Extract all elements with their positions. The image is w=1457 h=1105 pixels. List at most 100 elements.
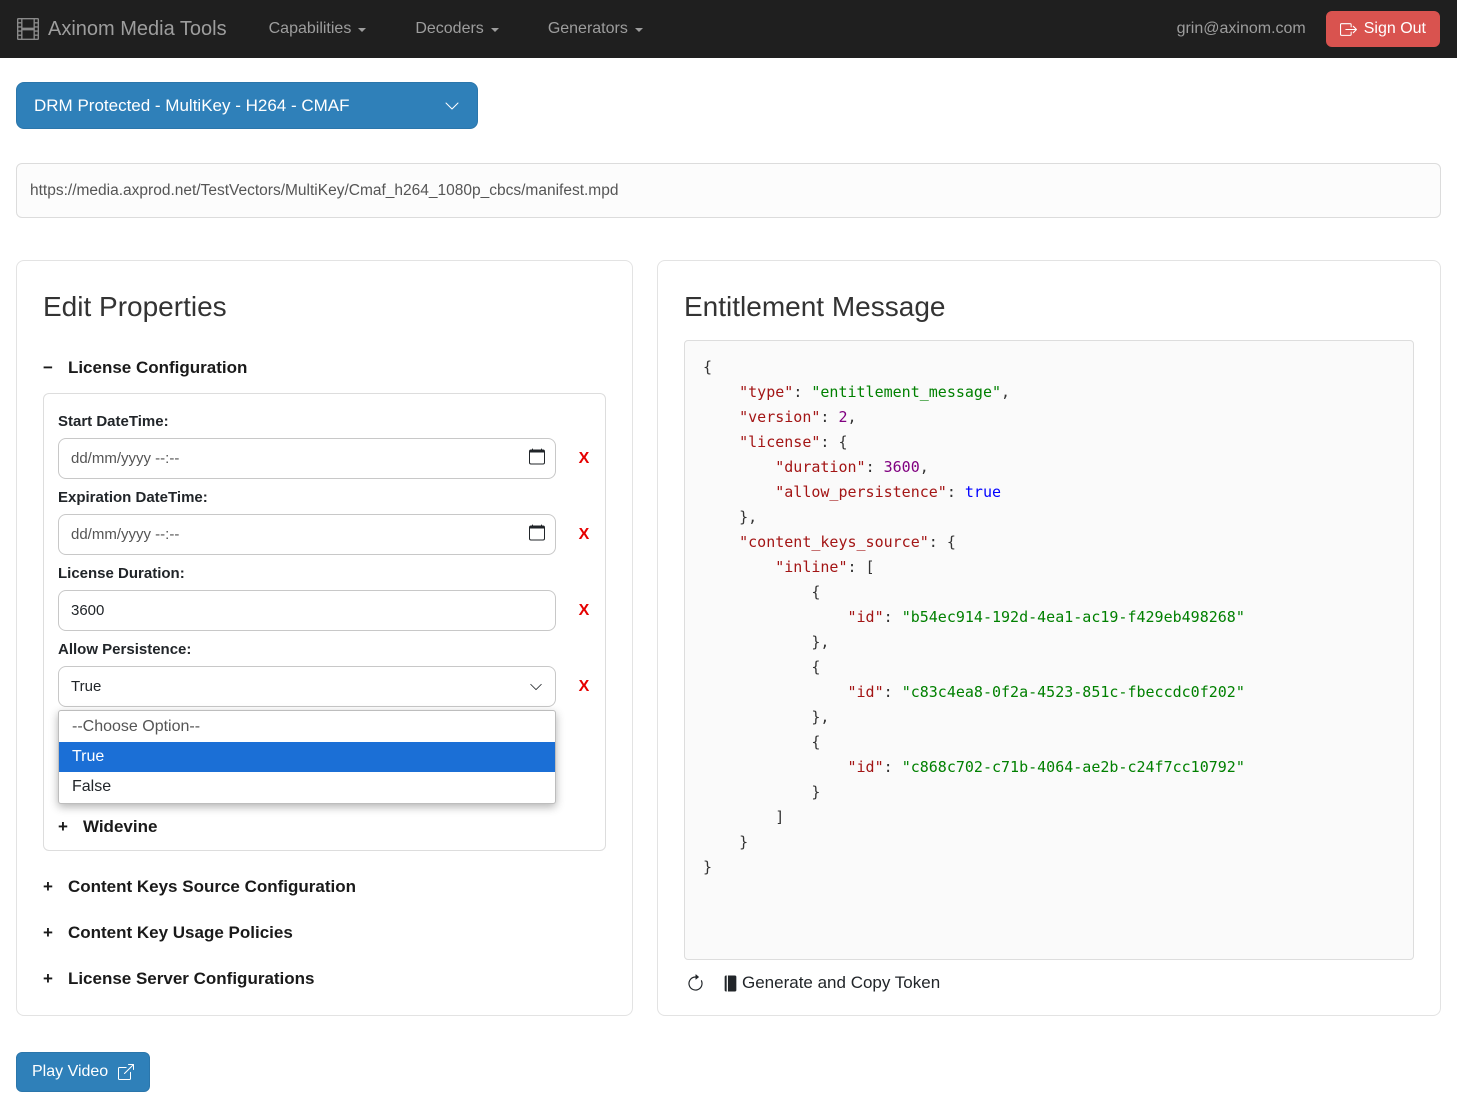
clear-start-datetime-button[interactable]: X: [577, 438, 591, 479]
code-line: "type": "entitlement_message",: [703, 380, 1395, 405]
calendar-icon[interactable]: [529, 448, 545, 469]
start-datetime-label: Start DateTime:: [58, 413, 591, 430]
chevron-down-icon: [444, 98, 460, 114]
token-footer: Generate and Copy Token: [684, 973, 1414, 993]
expand-plus-icon: +: [43, 969, 53, 989]
caret-down-icon: [635, 28, 643, 32]
entitlement-message-code: { "type": "entitlement_message", "versio…: [684, 340, 1414, 960]
section-content-key-usage-policies[interactable]: + Content Key Usage Policies: [43, 923, 606, 943]
edit-properties-title: Edit Properties: [43, 291, 606, 323]
section-label: License Server Configurations: [68, 969, 315, 989]
collapsed-sections: + Content Keys Source Configuration + Co…: [43, 877, 606, 989]
allow-persistence-select[interactable]: True: [58, 666, 556, 707]
clear-license-duration-button[interactable]: X: [577, 590, 591, 631]
code-line: }: [703, 830, 1395, 855]
main-content: Edit Properties − License Configuration …: [16, 260, 1441, 1016]
brand[interactable]: Axinom Media Tools: [17, 18, 227, 41]
code-line: {: [703, 730, 1395, 755]
user-email: grin@axinom.com: [1177, 20, 1306, 38]
refresh-icon[interactable]: [686, 974, 705, 993]
code-line: },: [703, 630, 1395, 655]
navbar: Axinom Media Tools Capabilities Decoders…: [0, 0, 1457, 58]
section-content-keys-source-configuration[interactable]: + Content Keys Source Configuration: [43, 877, 606, 897]
calendar-icon[interactable]: [529, 524, 545, 545]
nav-item-capabilities[interactable]: Capabilities: [269, 20, 367, 38]
code-line: "id": "b54ec914-192d-4ea1-ac19-f429eb498…: [703, 605, 1395, 630]
section-license-configuration[interactable]: − License Configuration: [43, 358, 606, 378]
nav-item-label: Decoders: [415, 20, 483, 38]
nav-item-label: Generators: [548, 20, 628, 38]
nav-item-decoders[interactable]: Decoders: [415, 20, 498, 38]
generate-and-copy-token-button[interactable]: Generate and Copy Token: [722, 973, 940, 993]
license-duration-shell: [58, 590, 556, 631]
external-link-icon: [118, 1064, 134, 1080]
dropdown-option-false[interactable]: False: [59, 772, 555, 802]
allow-persistence-selected-value: True: [71, 678, 101, 695]
test-vector-select[interactable]: DRM Protected - MultiKey - H264 - CMAF: [16, 82, 478, 129]
play-video-button[interactable]: Play Video: [16, 1052, 150, 1092]
code-line: "allow_persistence": true: [703, 480, 1395, 505]
section-label: License Configuration: [68, 358, 247, 378]
edit-properties-panel: Edit Properties − License Configuration …: [16, 260, 633, 1016]
expiration-datetime-shell: [58, 514, 556, 555]
expiration-datetime-row: X: [58, 514, 591, 555]
section-label: Content Keys Source Configuration: [68, 877, 356, 897]
section-label: Content Key Usage Policies: [68, 923, 293, 943]
clear-allow-persistence-button[interactable]: X: [577, 666, 591, 707]
code-line: "id": "c868c702-c71b-4064-ae2b-c24f7cc10…: [703, 755, 1395, 780]
code-line: "duration": 3600,: [703, 455, 1395, 480]
start-datetime-shell: [58, 438, 556, 479]
play-video-label: Play Video: [32, 1063, 108, 1081]
sign-out-button[interactable]: Sign Out: [1326, 11, 1440, 47]
section-license-server-configurations[interactable]: + License Server Configurations: [43, 969, 606, 989]
code-line: {: [703, 655, 1395, 680]
copy-icon: [722, 974, 739, 993]
expiration-datetime-label: Expiration DateTime:: [58, 489, 591, 506]
code-line: "inline": [: [703, 555, 1395, 580]
caret-down-icon: [491, 28, 499, 32]
entitlement-message-title: Entitlement Message: [684, 291, 1414, 323]
code-line: },: [703, 505, 1395, 530]
dropdown-option-choose-option[interactable]: --Choose Option--: [59, 712, 555, 742]
allow-persistence-dropdown: --Choose Option--TrueFalse: [58, 710, 556, 804]
expand-plus-icon: +: [43, 923, 53, 943]
license-configuration-fieldset: Start DateTime: X Expiration DateTime:: [43, 393, 606, 851]
film-icon: [17, 18, 39, 40]
code-line: "version": 2,: [703, 405, 1395, 430]
nav-item-generators[interactable]: Generators: [548, 20, 643, 38]
start-datetime-row: X: [58, 438, 591, 479]
chevron-down-icon: [529, 680, 543, 694]
dropdown-option-true[interactable]: True: [59, 742, 555, 772]
code-line: }: [703, 855, 1395, 880]
brand-label: Axinom Media Tools: [48, 18, 227, 41]
manifest-url-box[interactable]: https://media.axprod.net/TestVectors/Mul…: [16, 163, 1441, 218]
allow-persistence-shell: True --Choose Option--TrueFalse: [58, 666, 556, 804]
section-widevine[interactable]: + Widevine: [58, 817, 591, 837]
code-line: }: [703, 780, 1395, 805]
sign-out-icon: [1340, 21, 1357, 38]
code-line: "content_keys_source": {: [703, 530, 1395, 555]
section-label: Widevine: [83, 817, 157, 837]
code-line: {: [703, 580, 1395, 605]
allow-persistence-label: Allow Persistence:: [58, 641, 591, 658]
collapse-minus-icon: −: [43, 358, 53, 378]
expiration-datetime-input[interactable]: [58, 514, 556, 555]
nav-item-label: Capabilities: [269, 20, 352, 38]
code-line: "license": {: [703, 430, 1395, 455]
caret-down-icon: [358, 28, 366, 32]
code-line: "id": "c83c4ea8-0f2a-4523-851c-fbeccdc0f…: [703, 680, 1395, 705]
expand-plus-icon: +: [58, 817, 68, 837]
clear-expiration-datetime-button[interactable]: X: [577, 514, 591, 555]
manifest-url-text: https://media.axprod.net/TestVectors/Mul…: [30, 182, 618, 200]
code-line: {: [703, 355, 1395, 380]
nav-menus: Capabilities Decoders Generators: [269, 20, 692, 38]
license-duration-label: License Duration:: [58, 565, 591, 582]
entitlement-message-panel: Entitlement Message { "type": "entitleme…: [657, 260, 1441, 1016]
license-duration-input[interactable]: [58, 590, 556, 631]
sign-out-label: Sign Out: [1364, 20, 1426, 38]
expand-plus-icon: +: [43, 877, 53, 897]
start-datetime-input[interactable]: [58, 438, 556, 479]
allow-persistence-row: True --Choose Option--TrueFalse X: [58, 666, 591, 804]
code-line: ]: [703, 805, 1395, 830]
license-duration-row: X: [58, 590, 591, 631]
